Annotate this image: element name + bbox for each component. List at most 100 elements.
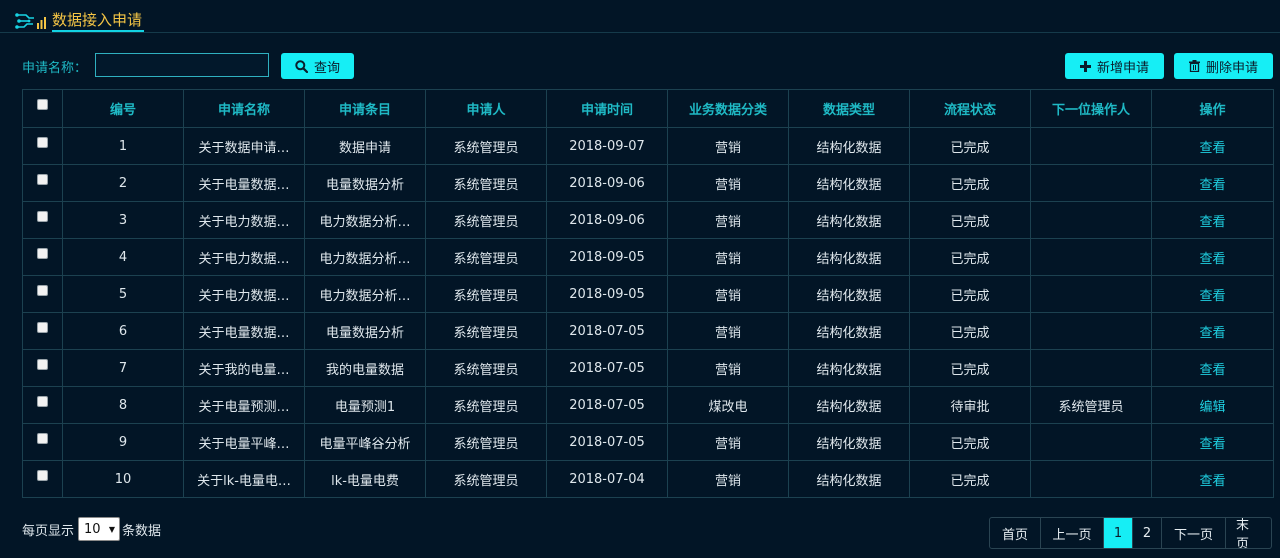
row-actions-cell: 查看 — [1151, 238, 1274, 276]
cell-category: 营销 — [667, 312, 789, 350]
cell-item: 电量预测1 — [304, 386, 426, 424]
row-actions-cell: 查看 — [1151, 127, 1274, 165]
cell-item: 电力数据分析… — [304, 238, 426, 276]
cell-next-operator — [1030, 127, 1152, 165]
table-body: 1 关于数据申请… 数据申请 系统管理员 2018-09-07 营销 结构化数据 已完成 查看 2… — [22, 127, 1274, 498]
cell-name: 关于我的电量… — [183, 349, 305, 387]
row-select-cell — [22, 127, 63, 165]
view-link[interactable]: 查看 — [1199, 252, 1225, 267]
title-bar: 数据接入申请 — [0, 0, 1280, 33]
cell-number: 3 — [62, 201, 184, 239]
cell-next-operator — [1030, 201, 1152, 239]
add-application-button[interactable]: 新增申请 — [1065, 53, 1164, 79]
cell-applicant: 系统管理员 — [425, 349, 547, 387]
row-checkbox[interactable] — [37, 432, 48, 444]
row-checkbox[interactable] — [37, 469, 48, 481]
table-row: 6 关于电量数据… 电量数据分析 系统管理员 2018-07-05 营销 结构化数据 已完成 查… — [22, 312, 1274, 350]
edit-link[interactable]: 编辑 — [1199, 400, 1225, 415]
row-checkbox[interactable] — [37, 247, 48, 259]
column-header-number: 编号 — [62, 89, 184, 128]
row-select-cell — [22, 238, 63, 276]
search-icon — [295, 59, 308, 73]
column-header-item: 申请条目 — [304, 89, 426, 128]
cell-applicant: 系统管理员 — [425, 312, 547, 350]
view-link[interactable]: 查看 — [1199, 363, 1225, 378]
cell-number: 7 — [62, 349, 184, 387]
cell-item: 电量平峰谷分析 — [304, 423, 426, 461]
row-checkbox[interactable] — [37, 284, 48, 296]
select-all-checkbox[interactable] — [37, 99, 48, 110]
cell-status: 已完成 — [909, 275, 1031, 313]
row-actions-cell: 查看 — [1151, 349, 1274, 387]
delete-application-button[interactable]: 删除申请 — [1174, 53, 1273, 79]
cell-applicant: 系统管理员 — [425, 423, 547, 461]
cell-applicant: 系统管理员 — [425, 386, 547, 424]
row-checkbox[interactable] — [37, 173, 48, 185]
cell-name: 关于电力数据… — [183, 201, 305, 239]
plus-icon — [1079, 60, 1091, 72]
row-checkbox[interactable] — [37, 210, 48, 222]
cell-status: 已完成 — [909, 312, 1031, 350]
cell-number: 4 — [62, 238, 184, 276]
cell-number: 1 — [62, 127, 184, 165]
cell-category: 营销 — [667, 275, 789, 313]
view-link[interactable]: 查看 — [1199, 215, 1225, 230]
pager-next[interactable]: 下一页 — [1161, 518, 1225, 548]
row-checkbox[interactable] — [37, 136, 48, 148]
cell-item: lk-电量电费 — [304, 460, 426, 498]
view-link[interactable]: 查看 — [1199, 141, 1225, 156]
pager-first[interactable]: 首页 — [990, 518, 1040, 548]
cell-date: 2018-09-06 — [546, 201, 668, 239]
cell-next-operator — [1030, 164, 1152, 202]
row-actions-cell: 查看 — [1151, 423, 1274, 461]
cell-date: 2018-07-04 — [546, 460, 668, 498]
view-link[interactable]: 查看 — [1199, 474, 1225, 489]
applications-table: 编号 申请名称 申请条目 申请人 申请时间 业务数据分类 数据类型 流程状态 下… — [22, 89, 1274, 498]
cell-category: 营销 — [667, 164, 789, 202]
pager-prev[interactable]: 上一页 — [1040, 518, 1103, 548]
cell-name: 关于数据申请… — [183, 127, 305, 165]
add-application-label: 新增申请 — [1096, 60, 1149, 76]
cell-status: 已完成 — [909, 238, 1031, 276]
query-button[interactable]: 查询 — [281, 53, 354, 79]
view-link[interactable]: 查看 — [1199, 437, 1225, 452]
cell-type: 结构化数据 — [788, 275, 910, 313]
view-link[interactable]: 查看 — [1199, 178, 1225, 193]
per-page-prefix: 每页显示 — [22, 523, 75, 539]
view-link[interactable]: 查看 — [1199, 326, 1225, 341]
circuit-logo-icon — [15, 13, 46, 29]
view-link[interactable]: 查看 — [1199, 289, 1225, 304]
row-actions-cell: 查看 — [1151, 312, 1274, 350]
cell-status: 已完成 — [909, 201, 1031, 239]
cell-date: 2018-09-05 — [546, 238, 668, 276]
pager-page-1[interactable]: 1 — [1103, 518, 1132, 548]
cell-applicant: 系统管理员 — [425, 201, 547, 239]
per-page-value: 10 — [84, 521, 101, 537]
cell-type: 结构化数据 — [788, 349, 910, 387]
search-input[interactable] — [95, 53, 269, 77]
table-row: 9 关于电量平峰… 电量平峰谷分析 系统管理员 2018-07-05 营销 结构化数据 已完成… — [22, 423, 1274, 461]
pager-page-2[interactable]: 2 — [1132, 518, 1161, 548]
cell-category: 营销 — [667, 349, 789, 387]
cell-applicant: 系统管理员 — [425, 164, 547, 202]
cell-type: 结构化数据 — [788, 238, 910, 276]
row-checkbox[interactable] — [37, 358, 48, 370]
cell-item: 电量数据分析 — [304, 312, 426, 350]
row-checkbox[interactable] — [37, 395, 48, 407]
cell-type: 结构化数据 — [788, 201, 910, 239]
row-select-cell — [22, 201, 63, 239]
per-page-select[interactable]: 10 ▼ — [78, 517, 121, 541]
trash-icon — [1188, 60, 1200, 72]
column-header-next-operator: 下一位操作人 — [1030, 89, 1152, 128]
pagination: 首页 上一页 1 2 下一页 末页 — [989, 517, 1272, 549]
cell-name: 关于电力数据… — [183, 238, 305, 276]
cell-name: 关于电量数据… — [183, 312, 305, 350]
cell-number: 6 — [62, 312, 184, 350]
row-checkbox[interactable] — [37, 321, 48, 333]
cell-type: 结构化数据 — [788, 460, 910, 498]
column-header-name: 申请名称 — [183, 89, 305, 128]
table-row: 10 关于lk-电量电… lk-电量电费 系统管理员 2018-07-04 营销 结构化数据… — [22, 460, 1274, 498]
pager-last[interactable]: 末页 — [1225, 518, 1271, 548]
cell-name: 关于电力数据… — [183, 275, 305, 313]
cell-category: 营销 — [667, 127, 789, 165]
